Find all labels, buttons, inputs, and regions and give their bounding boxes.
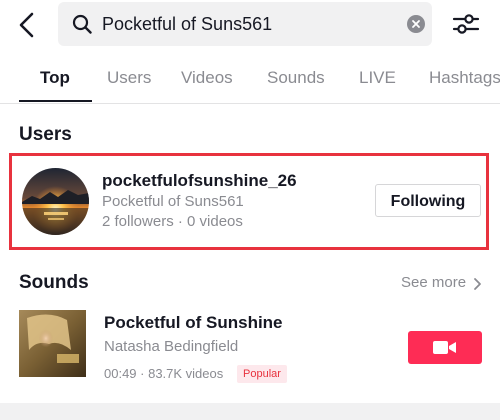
user-nickname: Pocketful of Suns561 xyxy=(102,193,244,210)
filter-button[interactable] xyxy=(452,10,480,38)
chevron-right-icon[interactable] xyxy=(473,277,483,291)
header: Pocketful of Suns561 xyxy=(0,0,500,56)
sound-title: Pocketful of Sunshine xyxy=(104,313,283,332)
sunset-avatar-image xyxy=(22,168,89,235)
back-button[interactable] xyxy=(14,10,42,40)
tab-live[interactable]: LIVE xyxy=(359,68,396,88)
user-result-card[interactable]: pocketfulofsunshine_26 Pocketful of Suns… xyxy=(9,153,489,250)
following-button[interactable]: Following xyxy=(375,184,481,217)
search-query-text: Pocketful of Suns561 xyxy=(102,14,273,34)
see-more-link[interactable]: See more xyxy=(401,274,466,291)
search-results-screen: Pocketful of Suns561 Top Users Videos So… xyxy=(0,0,500,420)
user-stats: 2 followers · 0 videos xyxy=(102,213,243,230)
popular-badge: Popular xyxy=(237,365,287,383)
search-input[interactable]: Pocketful of Suns561 xyxy=(58,2,432,46)
tab-sounds[interactable]: Sounds xyxy=(267,68,325,88)
sound-meta: 00:49 · 83.7K videos xyxy=(104,366,224,381)
bottom-divider xyxy=(0,403,500,420)
clear-icon xyxy=(412,20,420,28)
chevron-left-icon xyxy=(19,12,34,38)
tab-top[interactable]: Top xyxy=(40,68,70,88)
active-tab-indicator xyxy=(19,100,92,102)
album-art[interactable] xyxy=(19,310,86,377)
album-cover-image xyxy=(19,310,86,377)
tab-videos[interactable]: Videos xyxy=(181,68,233,88)
video-camera-icon xyxy=(433,341,456,354)
clear-search-button[interactable] xyxy=(407,15,425,33)
sounds-section-title: Sounds xyxy=(19,272,89,293)
search-icon xyxy=(72,14,92,34)
users-section-title: Users xyxy=(19,124,72,145)
tabs-divider xyxy=(0,103,500,104)
use-sound-button[interactable] xyxy=(408,331,482,364)
tab-hashtags[interactable]: Hashtags xyxy=(429,68,500,88)
filter-sliders-icon xyxy=(452,14,480,34)
avatar[interactable] xyxy=(22,168,89,235)
tab-users[interactable]: Users xyxy=(107,68,151,88)
sound-artist: Natasha Bedingfield xyxy=(104,338,239,355)
search-tabs: Top Users Videos Sounds LIVE Hashtags xyxy=(0,62,500,104)
user-username: pocketfulofsunshine_26 xyxy=(102,171,297,190)
